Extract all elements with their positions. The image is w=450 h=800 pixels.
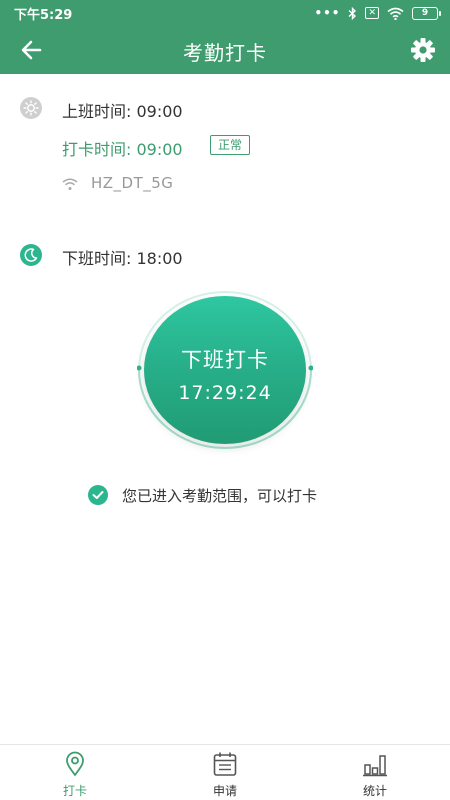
tab-statistics[interactable]: 统计 [300, 745, 450, 800]
location-pin-icon [66, 751, 84, 776]
page-title: 考勤打卡 [183, 41, 267, 65]
work-start-time: 上班时间: 09:00 [62, 102, 183, 121]
clock-in-time: 打卡时间: 09:00 [62, 140, 183, 159]
more-dots-icon: ••• [314, 6, 341, 20]
battery-level: 9 [421, 8, 429, 18]
tab-apply[interactable]: 申请 [150, 745, 300, 800]
punch-out-button[interactable]: 下班打卡 17:29:24 [144, 296, 306, 444]
calendar-icon [213, 752, 237, 776]
punch-button-label: 下班打卡 [181, 348, 269, 372]
tab-label: 打卡 [62, 784, 87, 798]
range-notice: 您已进入考勤范围，可以打卡 [88, 484, 317, 506]
wifi-icon [62, 178, 78, 190]
status-bar: 下午5:29 ••• ✕ 9 [0, 0, 450, 26]
moon-icon [20, 244, 42, 266]
status-time: 下午5:29 [14, 8, 73, 23]
work-end-time: 下班时间: 18:00 [62, 249, 183, 268]
app-bar: 考勤打卡 [0, 26, 450, 74]
settings-button[interactable] [410, 37, 436, 63]
work-start-row: 上班时间: 09:00 [0, 96, 450, 121]
sun-icon [20, 97, 42, 119]
punch-button-wrapper: 下班打卡 17:29:24 [133, 290, 317, 450]
work-end-row: 下班时间: 18:00 [0, 243, 450, 268]
battery-icon: 9 [412, 6, 441, 20]
status-icons: ••• ✕ 9 [314, 4, 441, 22]
bluetooth-icon [348, 6, 357, 20]
tab-label: 申请 [212, 784, 237, 798]
sim-blocked-icon: ✕ [365, 7, 379, 19]
tab-bar: 打卡 申请 统计 [0, 744, 450, 800]
check-icon [88, 485, 108, 505]
status-badge: 正常 [210, 135, 251, 155]
range-notice-text: 您已进入考勤范围，可以打卡 [122, 486, 318, 505]
wifi-icon [387, 7, 404, 20]
tab-clock-in[interactable]: 打卡 [0, 745, 150, 800]
bar-chart-icon [363, 755, 387, 777]
gear-icon [411, 38, 435, 62]
network-name: HZ_DT_5G [91, 174, 174, 192]
punch-button-time: 17:29:24 [178, 382, 272, 404]
tab-label: 统计 [362, 784, 387, 798]
